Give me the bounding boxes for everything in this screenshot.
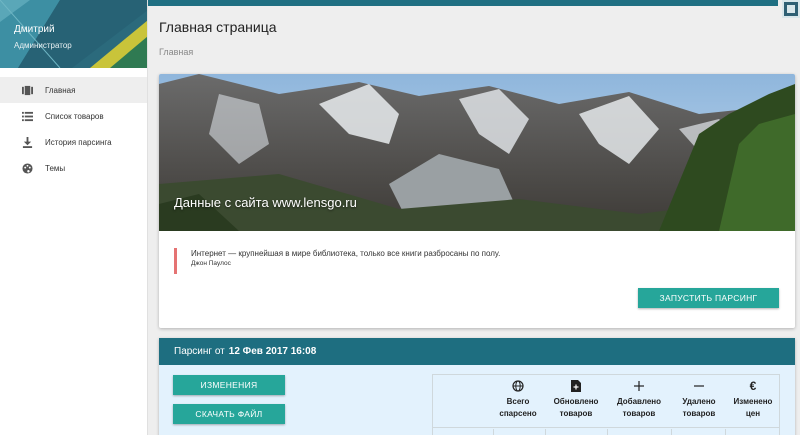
sidebar: Дмитрий Администратор Главная Список тов… bbox=[0, 0, 148, 435]
stat-label-line1: Изменено bbox=[733, 397, 773, 406]
parsing-datetime: 12 Фев 2017 16:08 bbox=[228, 346, 317, 357]
parsing-card-header: Парсинг от 12 Фев 2017 16:08 bbox=[159, 338, 795, 365]
stat-added: Добавлено товаров bbox=[609, 375, 669, 435]
euro-icon: € bbox=[749, 379, 757, 393]
stats-table: Всего спарсено Обновлено товаров Добавлено… bbox=[432, 374, 780, 435]
stats-column-separator bbox=[545, 429, 546, 435]
parsing-card: Парсинг от 12 Фев 2017 16:08 Изменения С… bbox=[159, 338, 795, 435]
sidebar-item-label: Главная bbox=[45, 85, 76, 95]
hero-card: Данные с сайта www.lensgo.ru Интернет — … bbox=[159, 74, 795, 328]
stat-label-line1: Всего bbox=[506, 397, 530, 406]
stat-label-line2: цен bbox=[745, 409, 761, 418]
sidebar-item-label: История парсинга bbox=[45, 137, 112, 147]
sidebar-item-themes[interactable]: Темы bbox=[0, 155, 147, 181]
stat-price-changed: € Изменено цен bbox=[727, 375, 779, 435]
stat-total-parsed: Всего спарсено bbox=[493, 375, 543, 435]
file-add-icon bbox=[547, 379, 605, 393]
minus-icon bbox=[673, 379, 725, 393]
user-role: Администратор bbox=[14, 41, 72, 50]
stat-label-line2: спарсено bbox=[499, 409, 537, 418]
stat-label-line1: Удалено bbox=[682, 397, 716, 406]
stats-divider bbox=[433, 427, 779, 428]
page-title: Главная страница bbox=[159, 19, 277, 35]
sidebar-user-header: Дмитрий Администратор bbox=[0, 0, 147, 68]
stats-column-separator bbox=[607, 429, 608, 435]
start-parsing-button[interactable]: Запустить парсинг bbox=[638, 288, 779, 308]
stats-column-separator bbox=[725, 429, 726, 435]
parsing-header-prefix: Парсинг от bbox=[174, 346, 225, 357]
sidebar-item-home[interactable]: Главная bbox=[0, 77, 147, 103]
stat-label-line2: товаров bbox=[559, 409, 593, 418]
download-icon bbox=[21, 136, 33, 148]
stats-column-separator bbox=[493, 429, 494, 435]
sidebar-item-label: Список товаров bbox=[45, 111, 104, 121]
quote-author: Джон Паулос bbox=[191, 260, 231, 267]
user-name: Дмитрий bbox=[14, 24, 55, 35]
stat-updated: Обновлено товаров bbox=[547, 375, 605, 435]
stat-label-line1: Обновлено bbox=[553, 397, 599, 406]
stat-removed: Удалено товаров bbox=[673, 375, 725, 435]
list-icon bbox=[21, 110, 33, 122]
stat-label-line2: товаров bbox=[622, 409, 656, 418]
quote-block: Интернет — крупнейшая в мире библиотека,… bbox=[174, 248, 500, 274]
dashboard-icon bbox=[21, 84, 33, 96]
stats-column-separator bbox=[671, 429, 672, 435]
window-corner-icon[interactable] bbox=[782, 0, 800, 18]
stat-label-line2: товаров bbox=[682, 409, 716, 418]
hero-caption: Данные с сайта www.lensgo.ru bbox=[174, 195, 357, 210]
sidebar-nav: Главная Список товаров История парсинга … bbox=[0, 77, 147, 181]
sidebar-item-products[interactable]: Список товаров bbox=[0, 103, 147, 129]
top-strip bbox=[148, 0, 778, 6]
plus-icon bbox=[609, 379, 669, 393]
globe-icon bbox=[493, 379, 543, 393]
quote-text: Интернет — крупнейшая в мире библиотека,… bbox=[191, 249, 501, 258]
palette-icon bbox=[21, 162, 33, 174]
sidebar-item-label: Темы bbox=[45, 163, 66, 173]
sidebar-item-history[interactable]: История парсинга bbox=[0, 129, 147, 155]
breadcrumb[interactable]: Главная bbox=[159, 47, 193, 57]
changes-button[interactable]: Изменения bbox=[173, 375, 285, 395]
download-file-button[interactable]: Скачать файл bbox=[173, 404, 285, 424]
stat-label-line1: Добавлено bbox=[616, 397, 662, 406]
